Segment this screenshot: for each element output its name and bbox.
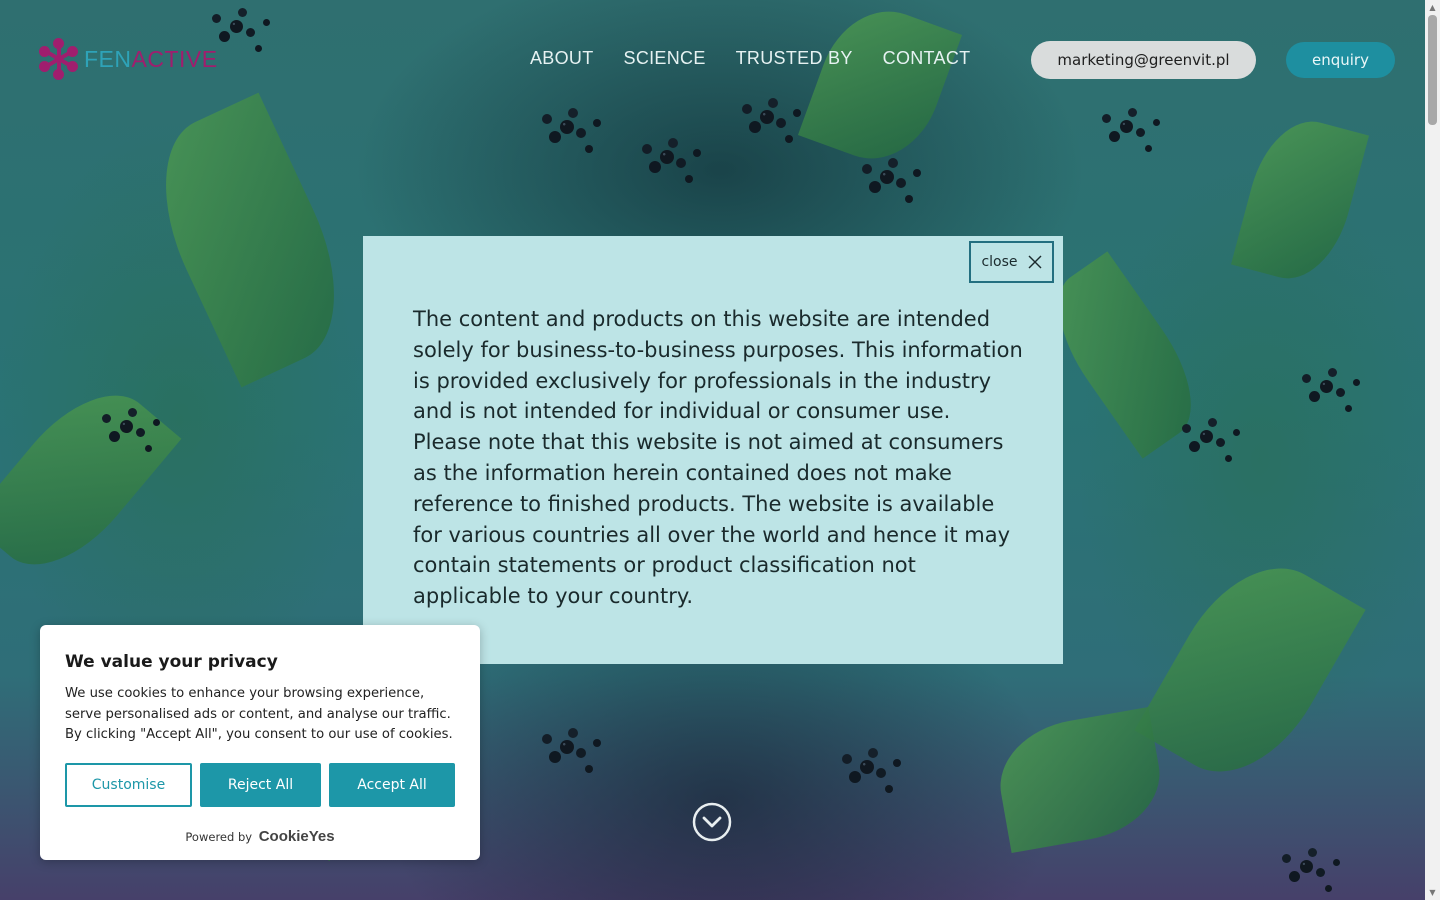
powered-by-label: Powered by: [185, 830, 253, 844]
close-button[interactable]: close: [969, 241, 1054, 283]
logo-text: FENACTIVE: [84, 45, 218, 72]
email-button[interactable]: marketing@greenvit.pl: [1031, 41, 1256, 79]
disclaimer-modal: close The content and products on this w…: [363, 236, 1063, 664]
cookie-title: We value your privacy: [65, 652, 278, 672]
site-logo[interactable]: FENACTIVE: [38, 38, 218, 80]
nav-about[interactable]: ABOUT: [530, 48, 594, 69]
logo-icon: [38, 38, 80, 80]
cookie-body: We use cookies to enhance your browsing …: [65, 686, 453, 743]
nav-science[interactable]: SCIENCE: [624, 48, 706, 69]
main-nav: ABOUT SCIENCE TRUSTED BY CONTACT: [530, 48, 970, 69]
nav-contact[interactable]: CONTACT: [883, 48, 971, 69]
close-icon: [1028, 255, 1042, 269]
accept-all-button[interactable]: Accept All: [329, 763, 455, 807]
disclaimer-text: The content and products on this website…: [413, 307, 1023, 609]
nav-trusted-by[interactable]: TRUSTED BY: [736, 48, 853, 69]
page-scrollbar[interactable]: ▲ ▼: [1425, 0, 1440, 900]
chevron-down-circle-icon[interactable]: [692, 802, 732, 842]
enquiry-button[interactable]: enquiry: [1286, 42, 1395, 78]
cookie-banner: We value your privacy We use cookies to …: [40, 625, 480, 860]
cookieyes-logo[interactable]: CookieYes: [259, 828, 335, 845]
reject-all-button[interactable]: Reject All: [200, 763, 321, 807]
powered-by: Powered by CookieYes: [40, 828, 480, 845]
close-label: close: [981, 254, 1018, 270]
scrollbar-thumb[interactable]: [1428, 15, 1437, 125]
scroll-down-arrow-icon[interactable]: ▼: [1425, 885, 1440, 900]
customise-button[interactable]: Customise: [65, 763, 192, 807]
scroll-up-arrow-icon[interactable]: ▲: [1425, 0, 1440, 15]
